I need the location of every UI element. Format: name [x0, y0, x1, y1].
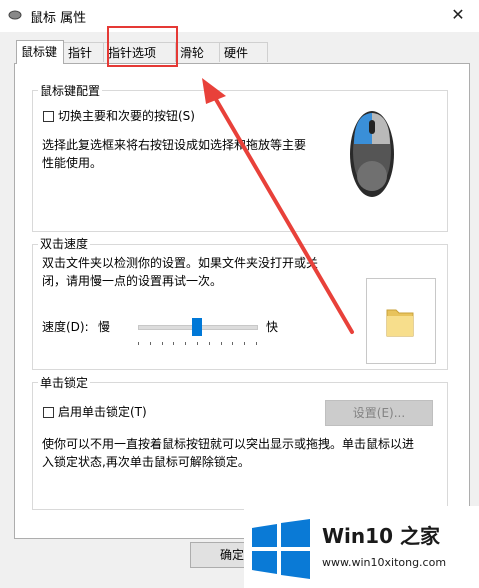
click-lock-checkbox[interactable] [43, 407, 54, 418]
button-config-description-2: 性能使用。 [42, 156, 103, 170]
tab-hardware[interactable]: 硬件 [220, 42, 268, 62]
title-bar: 鼠标 属性 ✕ [0, 0, 479, 32]
tab-highlight-annotation [107, 26, 178, 67]
tab-label: 滑轮 [180, 46, 205, 60]
click-lock-label[interactable]: 启用单击锁定(T) [58, 403, 147, 421]
tab-wheel[interactable]: 滑轮 [176, 42, 220, 62]
tab-label: 指针 [68, 46, 93, 60]
tab-buttons[interactable]: 鼠标键 [16, 40, 64, 64]
window-title: 鼠标 属性 [30, 11, 87, 26]
slow-label: 慢 [98, 320, 111, 334]
mouse-illustration [350, 111, 394, 197]
slider-ticks [138, 342, 258, 346]
close-button[interactable]: ✕ [440, 2, 476, 28]
click-lock-legend: 单击锁定 [38, 374, 91, 391]
speed-label: 速度(D): [42, 320, 89, 334]
slider-tick [161, 342, 163, 345]
watermark-url: www.win10xitong.com [322, 556, 447, 569]
slider-tick [232, 342, 234, 345]
double-click-description-2: 闭，请用慢一点的设置再试一次。 [42, 274, 223, 288]
switch-buttons-checkbox[interactable] [43, 111, 54, 122]
close-icon: ✕ [451, 5, 465, 24]
slider-tick [149, 342, 151, 345]
button-config-legend: 鼠标键配置 [38, 82, 103, 99]
slider-tick [138, 342, 139, 345]
tab-pointers[interactable]: 指针 [64, 42, 104, 62]
slider-tick [256, 342, 257, 345]
slider-tick [208, 342, 210, 345]
double-click-description-1: 双击文件夹以检测你的设置。如果文件夹没打开或关 [42, 256, 319, 270]
switch-buttons-label[interactable]: 切换主要和次要的按钮(S) [58, 107, 195, 125]
mouse-icon [8, 10, 22, 20]
double-click-legend: 双击速度 [38, 235, 91, 252]
slider-tick [220, 342, 222, 345]
watermark-title: Win10 之家 [322, 524, 440, 548]
click-lock-description-2: 入锁定状态,再次单击鼠标可解除锁定。 [42, 455, 250, 469]
windows-logo-icon [252, 519, 310, 579]
click-lock-settings-button[interactable]: 设置(E)... [325, 400, 433, 426]
tab-label: 鼠标键 [21, 45, 58, 59]
double-click-speed-thumb[interactable] [192, 318, 202, 336]
fast-label: 快 [266, 320, 279, 334]
folder-icon [386, 309, 414, 337]
button-config-description-1: 选择此复选框来将右按钮设成如选择和拖放等主要 [42, 138, 307, 152]
slider-tick [197, 342, 198, 345]
slider-tick [173, 342, 175, 345]
tab-label: 硬件 [224, 46, 249, 60]
slider-tick [185, 342, 187, 345]
click-lock-description-1: 使你可以不用一直按着鼠标按钮就可以突出显示或拖拽。单击鼠标以进 [42, 437, 415, 451]
double-click-test-area[interactable] [366, 278, 436, 364]
slider-tick [244, 342, 246, 345]
